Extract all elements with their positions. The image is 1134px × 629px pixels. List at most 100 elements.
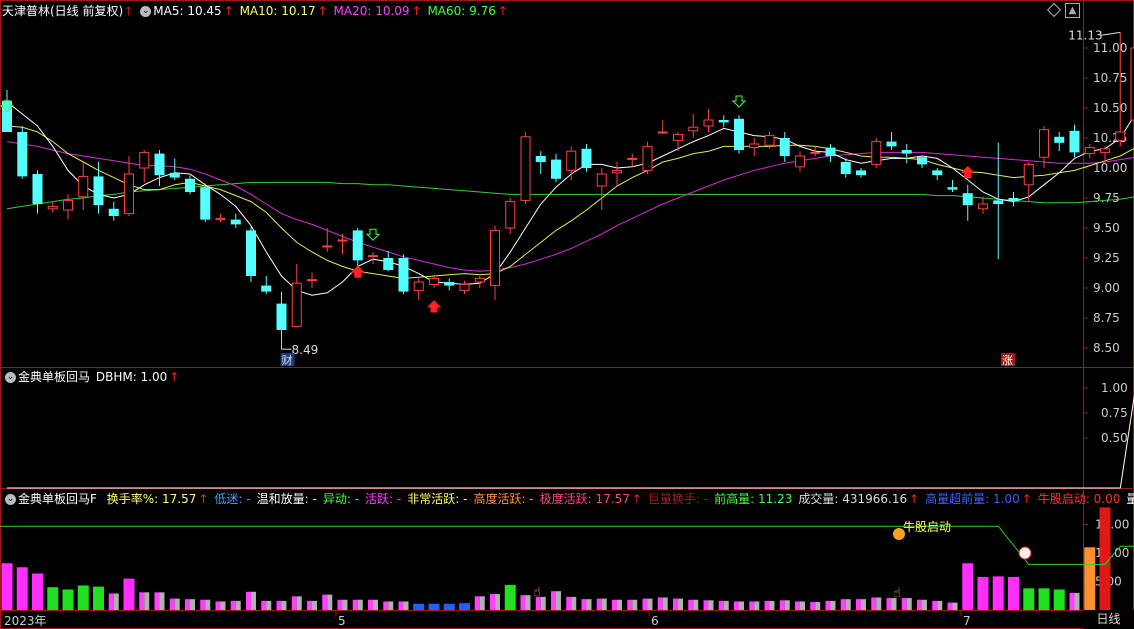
volume-bar bbox=[627, 599, 633, 610]
volume-bar bbox=[327, 594, 333, 610]
candle-body bbox=[505, 201, 516, 229]
candle-body bbox=[917, 157, 927, 165]
volume-bar bbox=[261, 600, 267, 610]
up-arrow-icon bbox=[350, 265, 365, 278]
candle-body bbox=[581, 148, 592, 168]
high-pointer bbox=[1100, 31, 1121, 36]
candle-body bbox=[444, 282, 455, 286]
volume-bar bbox=[571, 596, 577, 610]
volume-bar bbox=[251, 591, 256, 610]
volume-bar bbox=[962, 563, 974, 610]
candle-body bbox=[108, 208, 119, 216]
volume-bar bbox=[917, 599, 922, 610]
x-tick-label: 2023年 bbox=[4, 614, 47, 628]
volume-bar bbox=[688, 599, 694, 610]
volume-bar bbox=[632, 599, 638, 610]
volume-bar bbox=[540, 596, 546, 610]
volume-bar bbox=[871, 597, 877, 610]
candle-body bbox=[840, 162, 851, 174]
candle-body bbox=[810, 151, 821, 154]
niugu-label: 牛股启动 bbox=[903, 519, 951, 534]
candle-body bbox=[124, 173, 134, 215]
volume-bar bbox=[856, 599, 861, 610]
volume-bar bbox=[32, 573, 43, 610]
indicator2-item: 牛股启动: 0.00 bbox=[1037, 492, 1121, 506]
candle-body bbox=[230, 219, 241, 225]
candle-body bbox=[718, 120, 729, 123]
indicator2-item: 高度活跃: - bbox=[473, 492, 534, 506]
volume-bar bbox=[77, 585, 89, 610]
volume-bar bbox=[815, 602, 821, 610]
volume-bar bbox=[932, 600, 938, 610]
volume-bar bbox=[205, 599, 211, 610]
volume-bar bbox=[296, 596, 302, 610]
volume-bar bbox=[1069, 592, 1075, 610]
volume-bar bbox=[739, 601, 744, 610]
volume-bar bbox=[922, 599, 927, 610]
scroll-up-button[interactable]: ▲ bbox=[1065, 3, 1080, 18]
volume-bar bbox=[800, 601, 805, 610]
volume-bar bbox=[795, 601, 800, 610]
volume-bar bbox=[185, 599, 190, 610]
finance-badge-label: 财 bbox=[282, 353, 293, 367]
volume-bar bbox=[459, 603, 470, 610]
candle-body bbox=[627, 157, 638, 160]
volume-bar bbox=[617, 599, 622, 610]
candle-body bbox=[1008, 198, 1019, 202]
timeframe-button[interactable]: 日线 bbox=[1083, 610, 1134, 629]
volume-bar bbox=[47, 587, 59, 610]
indicator2-name[interactable]: 金典单板回马F bbox=[18, 492, 97, 506]
volume-bar bbox=[678, 598, 683, 610]
candle-body bbox=[63, 199, 73, 211]
low-price-label: 8.49 bbox=[292, 343, 319, 357]
candle-body bbox=[795, 155, 805, 168]
price-tick-label: 9.50 bbox=[1093, 221, 1120, 235]
ind1-tick-label: 1.00 bbox=[1101, 381, 1128, 395]
volume-bar bbox=[876, 597, 882, 610]
indicator2-item: 前高量: 11.23 bbox=[714, 492, 793, 506]
candle-body bbox=[932, 170, 943, 176]
stock-title[interactable]: 天津普林(日线 前复权) bbox=[2, 4, 123, 18]
dbhm-value: DBHM: 1.00 bbox=[95, 370, 168, 384]
candle-body bbox=[779, 138, 790, 156]
volume-bar bbox=[662, 597, 668, 610]
volume-bar bbox=[490, 594, 495, 610]
collapse-icon[interactable]: ⌄ bbox=[5, 372, 16, 383]
volume-bar bbox=[845, 599, 851, 610]
volume-bar bbox=[708, 600, 714, 610]
candle-body bbox=[398, 258, 409, 292]
volume-bar bbox=[861, 599, 866, 610]
candle-body bbox=[93, 176, 104, 206]
indicator1-name[interactable]: 金典单板回马 bbox=[18, 370, 90, 384]
volume-bar bbox=[246, 591, 251, 610]
volume-bar bbox=[342, 599, 348, 610]
up-arrow-icon: ↑ bbox=[909, 492, 920, 506]
volume-bar bbox=[1008, 576, 1019, 610]
volume-bar bbox=[1074, 592, 1080, 610]
indicator2-item: 成交量: 431966.16 bbox=[798, 492, 908, 506]
volume-bar bbox=[779, 600, 785, 610]
volume-bar bbox=[495, 594, 500, 610]
down-arrow-icon bbox=[731, 95, 747, 108]
volume-bar bbox=[754, 601, 760, 610]
candle-body bbox=[673, 133, 683, 141]
candle-body bbox=[169, 172, 180, 178]
collapse-icon[interactable]: ⌄ bbox=[140, 6, 152, 17]
volume-bar bbox=[703, 600, 709, 610]
candle-body bbox=[246, 230, 256, 276]
candle-body bbox=[474, 277, 485, 283]
price-tick-label: 11.00 bbox=[1093, 41, 1127, 55]
ma20-label: MA20: 10.09 bbox=[333, 4, 410, 18]
candle-body bbox=[886, 141, 897, 147]
collapse-icon[interactable]: ⌄ bbox=[5, 494, 16, 505]
indicator2-header: ⌄ 金典单板回马F 换手率%: 17.57 ↑ 低迷: - 温和放量: - 异动: - 活跃… bbox=[2, 490, 1134, 508]
candle-body bbox=[368, 255, 378, 258]
volume-bar bbox=[144, 592, 150, 610]
price-tick-label: 9.75 bbox=[1093, 191, 1120, 205]
indicator2-item: 极度活跃: 17.57 bbox=[539, 492, 630, 506]
volume-bar bbox=[810, 602, 816, 610]
volume-bar bbox=[266, 600, 272, 610]
candle-body bbox=[535, 156, 546, 162]
limit-up-badge-label: 涨 bbox=[1002, 354, 1013, 367]
volume-bar bbox=[281, 600, 287, 610]
